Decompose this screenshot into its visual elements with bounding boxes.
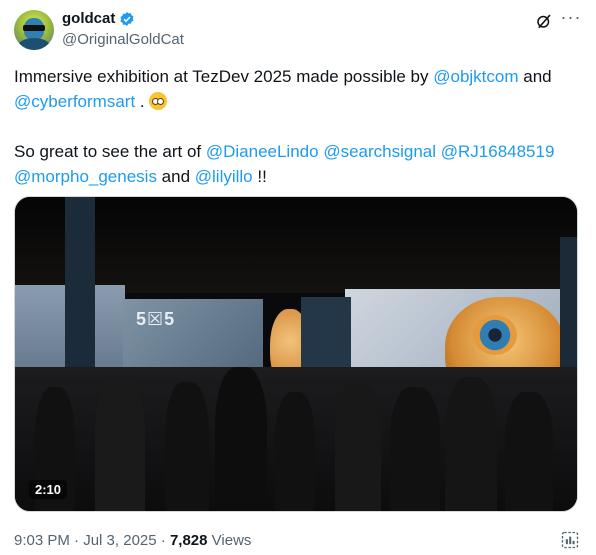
scene-person [445, 377, 497, 511]
verified-badge-icon [120, 12, 134, 26]
views-count: 7,828 [169, 532, 208, 549]
scene-ceiling [15, 197, 577, 293]
text-segment: and [156, 167, 195, 186]
mention-dianeelindo[interactable]: @DianeeLindo [206, 142, 319, 161]
mention-objktcom[interactable]: @objktcom [433, 67, 518, 86]
avatar-body [18, 38, 50, 50]
scene-person [390, 387, 440, 511]
grok-icon[interactable] [535, 12, 553, 30]
scene-person [275, 392, 315, 511]
post-date[interactable]: Jul 3, 2025 [83, 532, 156, 549]
text-segment: and [518, 67, 552, 86]
video-duration-badge: 2:10 [29, 480, 68, 499]
text-segment: . [135, 92, 150, 111]
scene-person [335, 382, 381, 511]
mention-searchsignal[interactable]: @searchsignal [323, 142, 436, 161]
mention-morpho-genesis[interactable]: @morpho_genesis [14, 167, 157, 186]
avatar[interactable] [14, 10, 54, 50]
more-icon[interactable]: ··· [560, 8, 582, 30]
video-frame: 5☒5 [15, 197, 577, 511]
mention-cyberformsart[interactable]: @cyberformsart [14, 92, 135, 111]
scene-person [95, 377, 145, 511]
avatar-sunglasses [23, 25, 45, 31]
scene-person [215, 367, 267, 511]
post-time[interactable]: 9:03 PM [14, 532, 70, 549]
views-label: Views [211, 532, 252, 549]
pleading-face-emoji [149, 92, 168, 110]
text-segment: !! [252, 167, 267, 186]
author-name[interactable]: goldcat [62, 10, 115, 27]
author-handle[interactable]: @OriginalGoldCat [62, 31, 184, 48]
post-meta: 9:03 PM · Jul 3, 2025 · 7,828 Views [14, 532, 251, 549]
scene-artwork-eye [473, 315, 517, 355]
scene-crowd [15, 367, 577, 511]
scene-logo-text: 5☒5 [136, 309, 176, 329]
post-analytics-icon[interactable] [560, 530, 580, 550]
mention-lilyillo[interactable]: @lilyillo [195, 167, 253, 186]
mention-rj16848519[interactable]: @RJ16848519 [441, 142, 555, 161]
scene-person [165, 382, 209, 511]
tweet-paragraph-2: So great to see the art of @DianeeLindo … [14, 139, 574, 189]
meta-separator: · [74, 532, 80, 549]
text-segment: So great to see the art of [14, 142, 206, 161]
video-player[interactable]: 5☒5 2:10 [14, 196, 578, 512]
meta-separator: · [160, 532, 166, 549]
text-segment: Immersive exhibition at TezDev 2025 made… [14, 67, 434, 86]
tweet-text: Immersive exhibition at TezDev 2025 made… [14, 64, 574, 189]
tweet-paragraph-1: Immersive exhibition at TezDev 2025 made… [14, 64, 574, 114]
scene-person [505, 392, 553, 511]
